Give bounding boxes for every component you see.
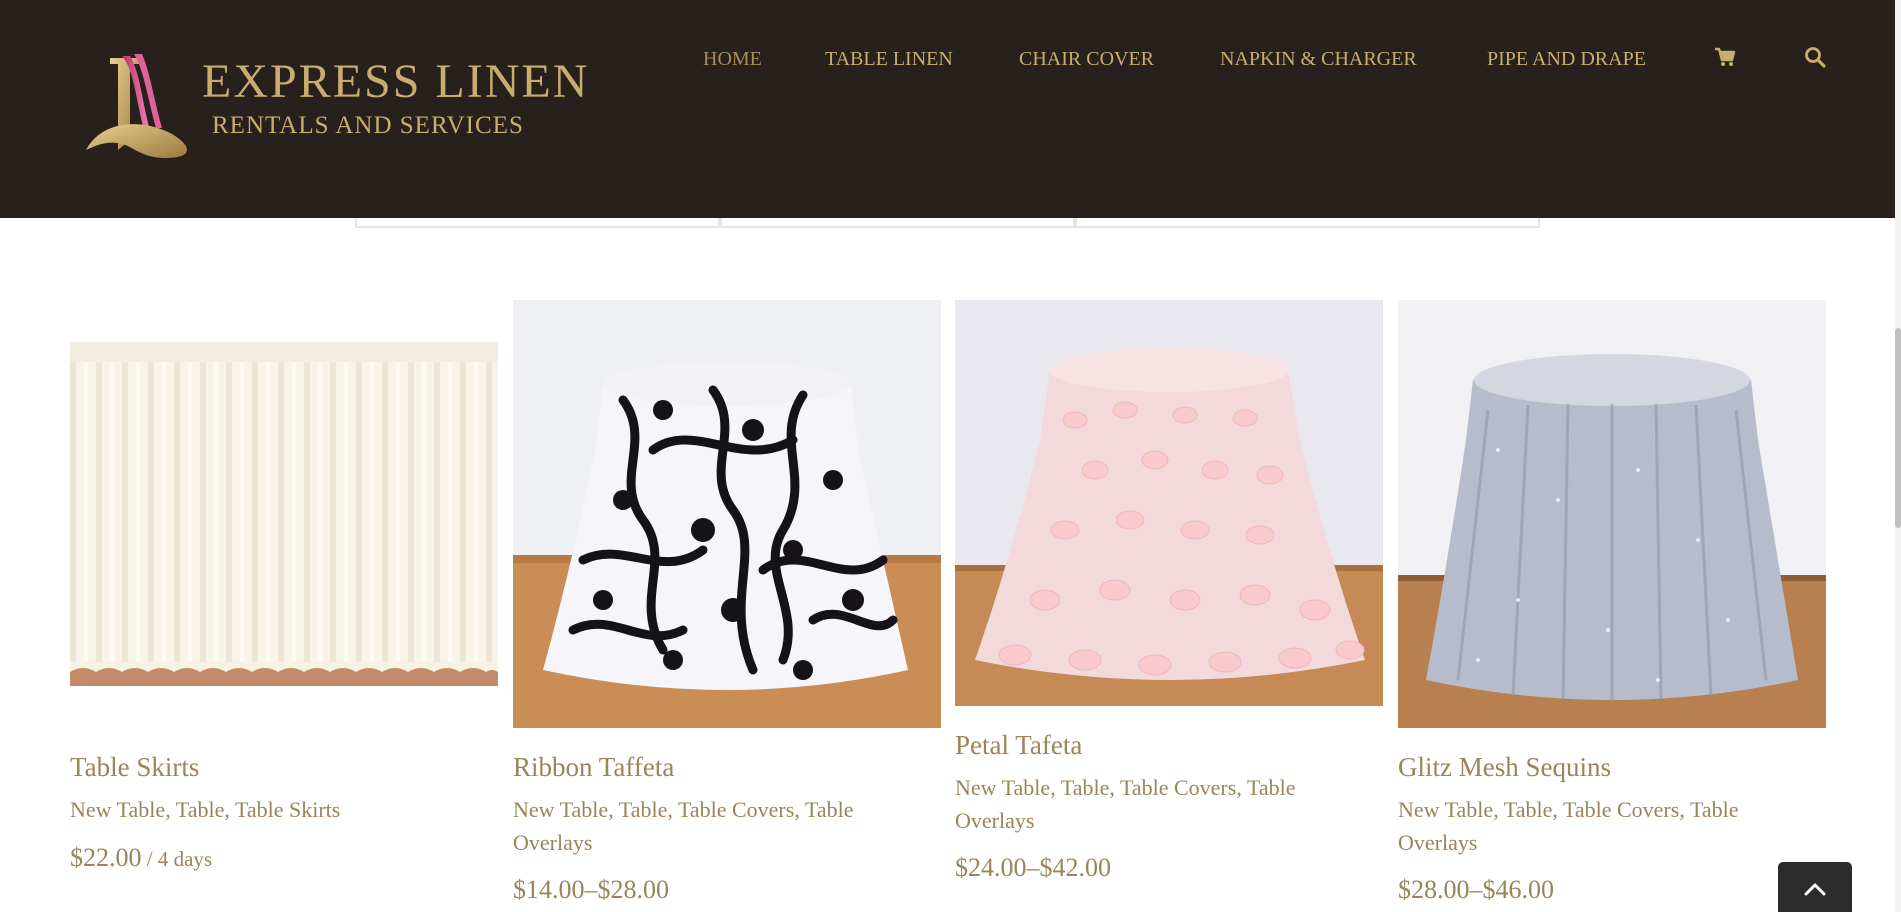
category-separator: , bbox=[1109, 775, 1120, 800]
main-nav: HOME TABLE LINEN CHAIR COVER NAPKIN & CH… bbox=[0, 48, 1895, 78]
price-amount: $28.00–$46.00 bbox=[1398, 875, 1554, 904]
category-separator: , bbox=[1552, 797, 1563, 822]
price-amount: $14.00–$28.00 bbox=[513, 875, 669, 904]
category-link[interactable]: Table Covers bbox=[678, 797, 794, 822]
category-link[interactable]: Table Skirts bbox=[235, 797, 340, 822]
product-categories: New Table, Table, Table Skirts bbox=[70, 793, 470, 826]
product-price: $14.00–$28.00 bbox=[513, 875, 669, 905]
product-image-ribbon-taffeta[interactable] bbox=[513, 300, 941, 728]
category-link[interactable]: New Table bbox=[513, 797, 608, 822]
nav-pipe-and-drape[interactable]: PIPE AND DRAPE bbox=[1487, 48, 1646, 71]
page-scrollbar[interactable] bbox=[1895, 0, 1901, 912]
product-title[interactable]: Petal Tafeta bbox=[955, 730, 1082, 761]
category-separator: , bbox=[1679, 797, 1690, 822]
price-amount: $22.00 bbox=[70, 843, 142, 872]
site-header: EXPRESS LINEN RENTALS AND SERVICES HOME … bbox=[0, 0, 1895, 218]
product-categories: New Table, Table, Table Covers, Table Ov… bbox=[513, 793, 913, 859]
category-separator: , bbox=[165, 797, 176, 822]
scrollbar-thumb[interactable] bbox=[1895, 328, 1901, 528]
chevron-up-icon bbox=[1804, 883, 1826, 896]
product-price: $24.00–$42.00 bbox=[955, 853, 1111, 883]
category-link[interactable]: New Table bbox=[1398, 797, 1493, 822]
category-link[interactable]: Table bbox=[1504, 797, 1553, 822]
product-categories: New Table, Table, Table Covers, Table Ov… bbox=[955, 771, 1355, 837]
category-link[interactable]: Table bbox=[619, 797, 668, 822]
category-separator: , bbox=[1236, 775, 1247, 800]
category-link[interactable]: Table Covers bbox=[1120, 775, 1236, 800]
search-icon[interactable] bbox=[1804, 46, 1830, 72]
category-link[interactable]: Table Covers bbox=[1563, 797, 1679, 822]
category-link[interactable]: New Table bbox=[955, 775, 1050, 800]
product-price: $28.00–$46.00 bbox=[1398, 875, 1554, 905]
category-separator: , bbox=[1493, 797, 1504, 822]
price-unit: / 4 days bbox=[141, 847, 213, 871]
category-separator: , bbox=[794, 797, 805, 822]
product-categories: New Table, Table, Table Covers, Table Ov… bbox=[1398, 793, 1798, 859]
product-image-glitz-mesh-sequins[interactable] bbox=[1398, 300, 1826, 728]
nav-table-linen[interactable]: TABLE LINEN bbox=[825, 48, 953, 71]
product-image-table-skirts[interactable] bbox=[70, 342, 498, 686]
category-separator: , bbox=[224, 797, 235, 822]
category-separator: , bbox=[608, 797, 619, 822]
category-separator: , bbox=[1050, 775, 1061, 800]
back-to-top-button[interactable] bbox=[1778, 862, 1852, 912]
product-title[interactable]: Table Skirts bbox=[70, 752, 199, 783]
product-price: $22.00 / 4 days bbox=[70, 843, 212, 873]
price-amount: $24.00–$42.00 bbox=[955, 853, 1111, 882]
logo-subtitle: RENTALS AND SERVICES bbox=[212, 112, 524, 139]
category-separator: , bbox=[667, 797, 678, 822]
nav-home[interactable]: HOME bbox=[703, 48, 762, 71]
product-title[interactable]: Glitz Mesh Sequins bbox=[1398, 752, 1611, 783]
category-link[interactable]: New Table bbox=[70, 797, 165, 822]
nav-napkin-charger[interactable]: NAPKIN & CHARGER bbox=[1220, 48, 1417, 71]
nav-chair-cover[interactable]: CHAIR COVER bbox=[1019, 48, 1154, 71]
product-image-petal-tafeta[interactable] bbox=[955, 300, 1383, 706]
category-link[interactable]: Table bbox=[176, 797, 225, 822]
product-title[interactable]: Ribbon Taffeta bbox=[513, 752, 674, 783]
cart-icon[interactable] bbox=[1714, 46, 1740, 72]
category-link[interactable]: Table bbox=[1061, 775, 1110, 800]
